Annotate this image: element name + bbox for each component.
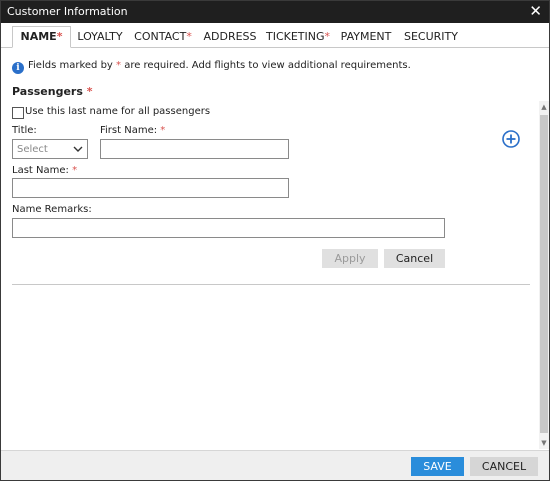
tab-contact[interactable]: CONTACT* (134, 27, 192, 47)
close-icon[interactable]: ✕ (529, 3, 542, 19)
info-icon: i (12, 62, 24, 74)
name-remarks-label: Name Remarks: (12, 204, 92, 215)
save-button[interactable]: SAVE (411, 457, 464, 476)
first-name-label-row: First Name: * (100, 125, 165, 136)
name-remarks-input[interactable] (12, 218, 445, 238)
title-select[interactable]: Select (12, 139, 88, 159)
required-marker: * (324, 30, 331, 43)
required-marker: * (56, 30, 63, 43)
cancel-button[interactable]: CANCEL (470, 457, 538, 476)
tab-ticketing[interactable]: TICKETING* (266, 27, 330, 47)
title-select-value: Select (17, 144, 48, 155)
vertical-scrollbar[interactable]: ▲ ▼ (539, 101, 549, 449)
tab-label: ADDRESS (203, 30, 257, 43)
dialog-footer: SAVE CANCEL (1, 450, 549, 480)
required-marker: * (160, 125, 166, 136)
info-text-before: Fields marked by (28, 60, 117, 71)
tab-loyalty[interactable]: LOYALTY (75, 27, 125, 47)
cancel-passenger-button[interactable]: Cancel (384, 249, 445, 268)
chevron-down-icon (73, 146, 83, 152)
tab-security[interactable]: SECURITY (403, 27, 459, 47)
tab-label: TICKETING (266, 30, 325, 43)
last-name-label: Last Name: (12, 165, 69, 176)
use-last-name-checkbox[interactable] (12, 107, 24, 119)
required-marker: * (86, 85, 93, 98)
title-label: Title: (12, 125, 37, 136)
plus-circle-icon[interactable] (502, 130, 520, 148)
use-last-name-label: Use this last name for all passengers (25, 106, 211, 117)
info-text-after: are required. Add flights to view additi… (121, 60, 411, 71)
tab-label: PAYMENT (340, 30, 392, 43)
tab-address[interactable]: ADDRESS (203, 27, 257, 47)
customer-information-dialog: Customer Information ✕ NAME* LOYALTY CON… (0, 0, 550, 481)
tab-label: SECURITY (404, 30, 458, 43)
tab-label: NAME (20, 30, 57, 43)
section-divider (12, 284, 530, 285)
apply-button[interactable]: Apply (322, 249, 378, 268)
scroll-down-icon[interactable]: ▼ (540, 439, 548, 447)
tab-label: CONTACT (134, 30, 187, 43)
tab-name[interactable]: NAME* (12, 26, 71, 48)
required-marker: * (72, 165, 78, 176)
last-name-input[interactable] (12, 178, 289, 198)
required-fields-info: i Fields marked by * are required. Add fl… (12, 60, 411, 74)
tab-bar: NAME* LOYALTY CONTACT* ADDRESS TICKETING… (1, 26, 549, 48)
title-bar: Customer Information ✕ (1, 1, 549, 23)
last-name-label-row: Last Name: * (12, 165, 77, 176)
passengers-heading: Passengers * (12, 85, 93, 98)
required-marker: * (186, 30, 192, 43)
first-name-label: First Name: (100, 125, 158, 136)
first-name-input[interactable] (100, 139, 289, 159)
scrollbar-thumb[interactable] (540, 115, 548, 433)
window-title: Customer Information (7, 5, 128, 18)
scroll-up-icon[interactable]: ▲ (540, 103, 548, 111)
tab-label: LOYALTY (77, 30, 123, 43)
passengers-title: Passengers (12, 85, 83, 98)
tab-payment[interactable]: PAYMENT (339, 27, 393, 47)
